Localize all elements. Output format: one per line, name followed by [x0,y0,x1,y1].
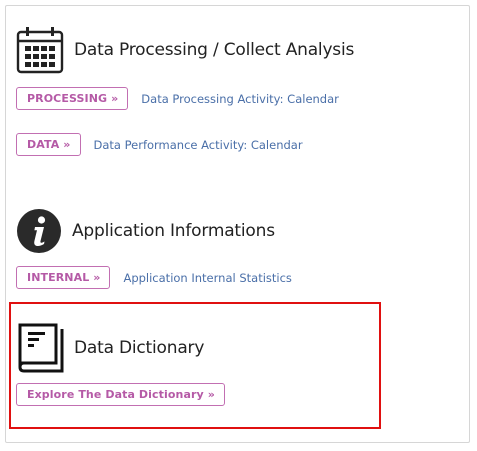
explore-dictionary-button[interactable]: Explore The Data Dictionary » [16,383,225,406]
processing-row: PROCESSING » Data Processing Activity: C… [16,87,339,110]
data-performance-link[interactable]: Data Performance Activity: Calendar [94,138,303,152]
processing-section-header: Data Processing / Collect Analysis [16,26,354,74]
internal-row: INTERNAL » Application Internal Statisti… [16,266,292,289]
dictionary-row: Explore The Data Dictionary » [16,383,225,406]
data-button[interactable]: DATA » [16,133,81,156]
data-row: DATA » Data Performance Activity: Calend… [16,133,303,156]
application-section-header: Application Informations [16,208,275,254]
calendar-icon [16,27,64,74]
application-section-title: Application Informations [72,221,275,241]
internal-button[interactable]: INTERNAL » [16,266,111,289]
internal-statistics-link[interactable]: Application Internal Statistics [123,271,291,285]
dictionary-section-header: Data Dictionary [16,323,204,373]
processing-section-title: Data Processing / Collect Analysis [74,40,355,60]
processing-activity-link[interactable]: Data Processing Activity: Calendar [141,92,339,106]
book-icon [18,323,64,373]
processing-button[interactable]: PROCESSING » [16,87,129,110]
info-icon [17,209,61,253]
dictionary-section-title: Data Dictionary [74,338,205,358]
